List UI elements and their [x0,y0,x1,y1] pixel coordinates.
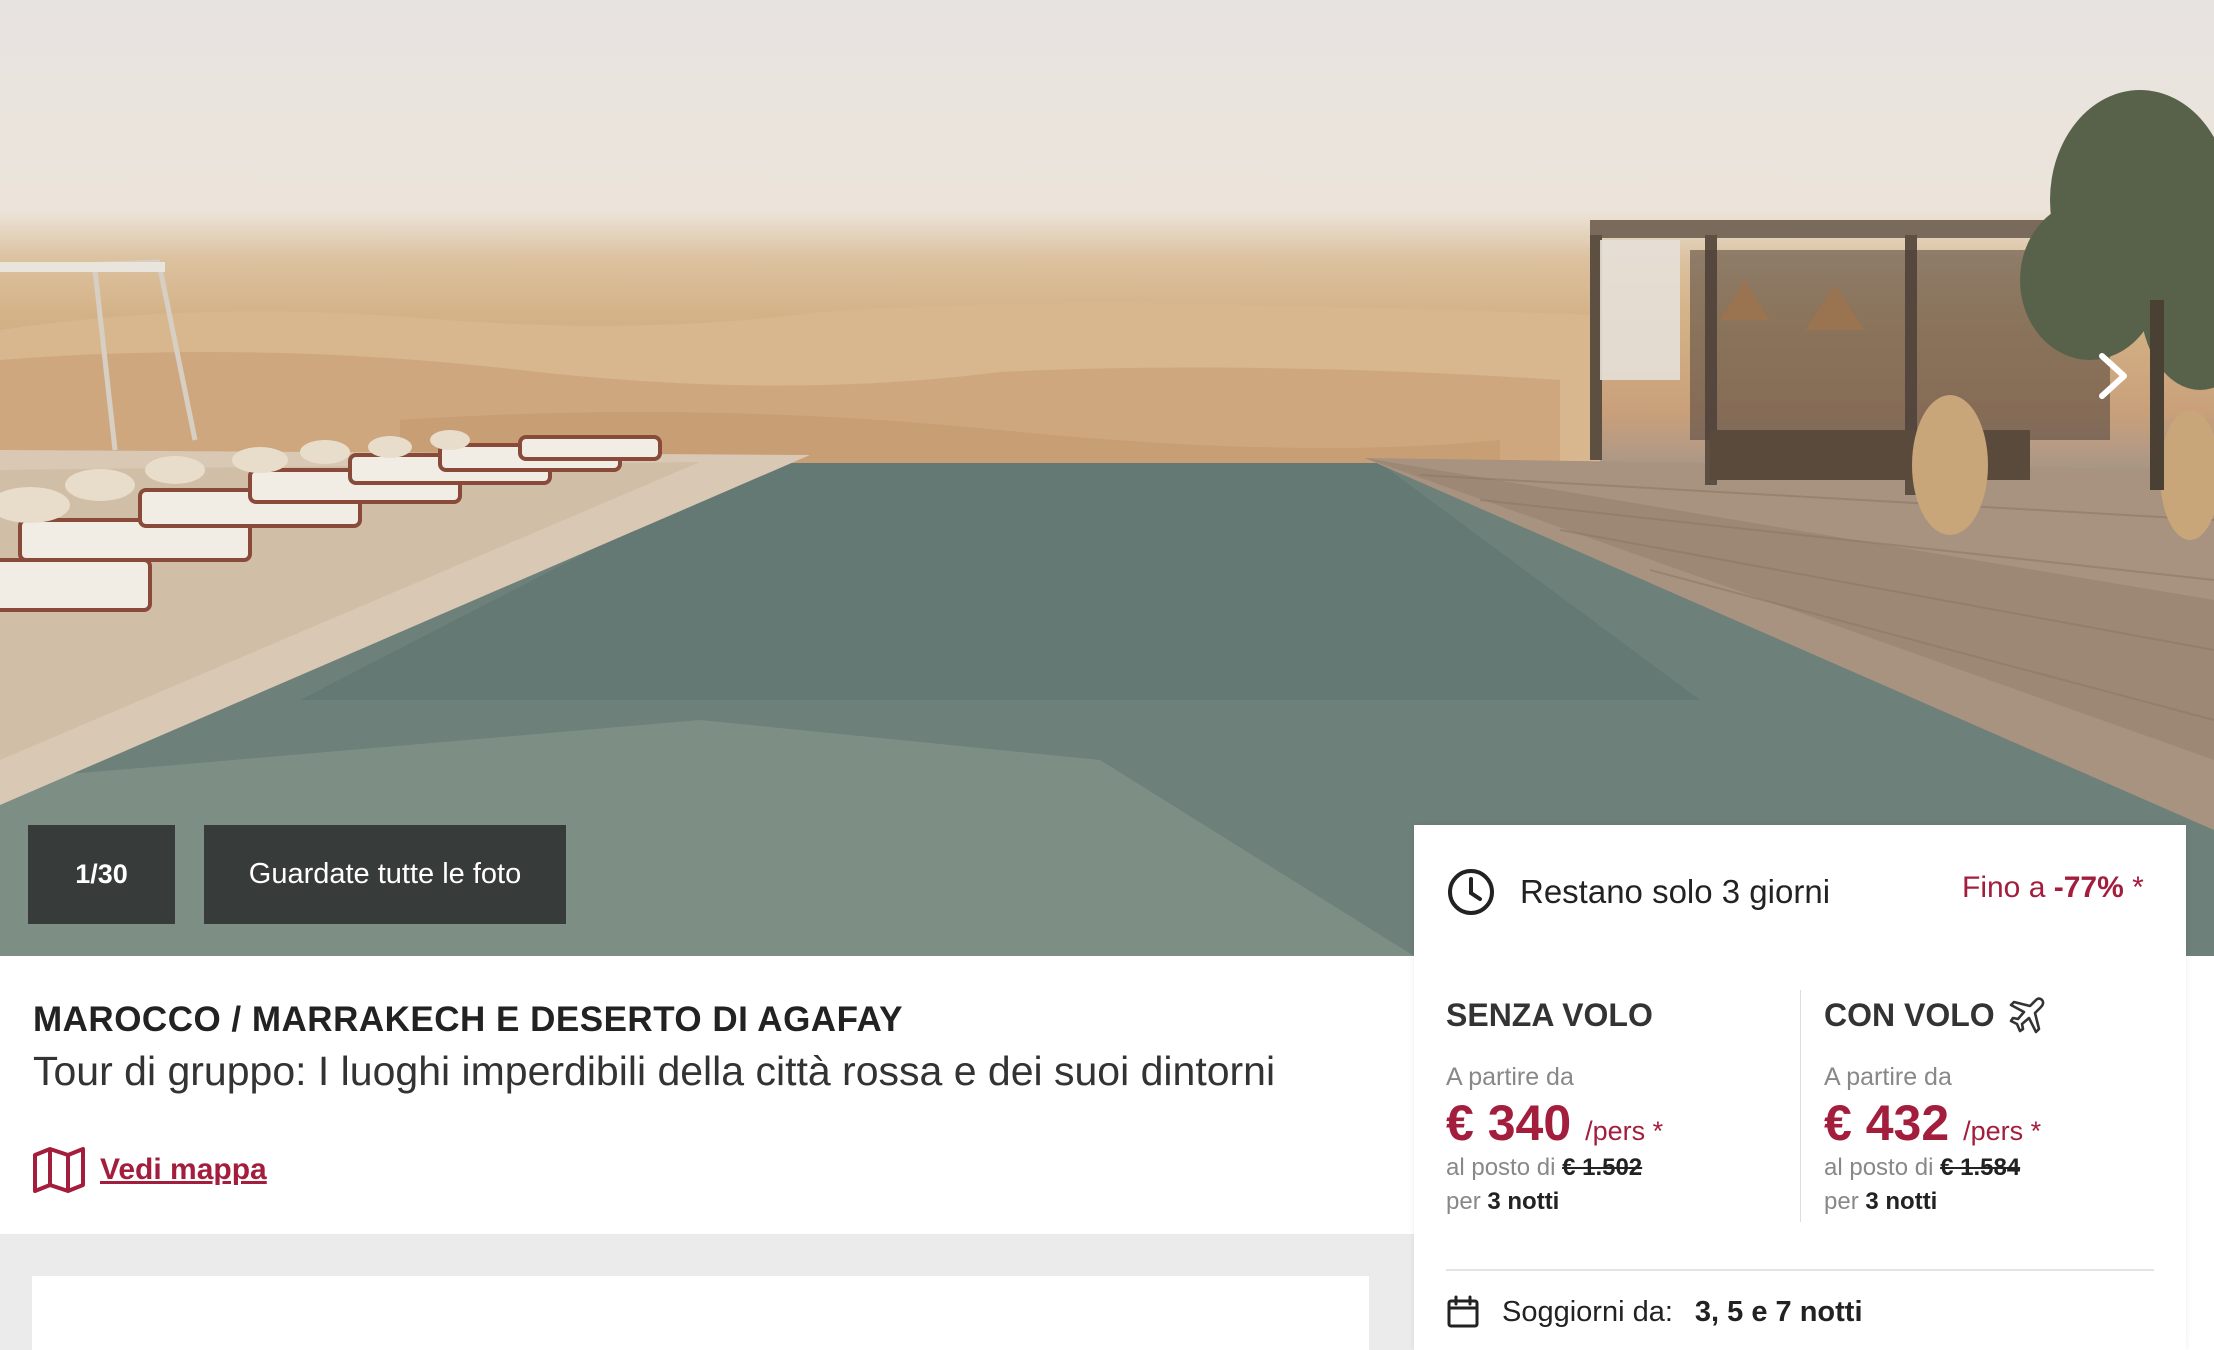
price-option-with-flight[interactable]: CON VOLO A partire da € 432 /pers * al p… [1824,995,2164,1216]
instead-label: al posto di [1446,1154,1556,1181]
instead-label: al posto di [1824,1154,1934,1181]
countdown-label: Restano solo 3 giorni [1520,873,1831,910]
column-divider [1800,990,1801,1222]
price-row: € 432 /pers * [1824,1094,2164,1152]
price: € 432 [1824,1095,1950,1151]
content-card [32,1276,1369,1350]
listing-info: MAROCCO / MARRAKECH E DESERTO DI AGAFAY … [0,956,1414,1234]
discount-value: -77% [2053,871,2124,904]
clock-icon [1448,869,1494,915]
nights-value: 3 notti [1487,1188,1560,1215]
chevron-right-icon [2099,353,2127,399]
content-background [0,1234,1414,1350]
price-panel: Restano solo 3 giorni Fino a -77% * SENZ… [1414,825,2186,1350]
nights-label: per [1824,1188,1859,1215]
nights-label: per [1446,1188,1481,1215]
discount-badge: Fino a -77% * [1962,871,2144,905]
option-heading: SENZA VOLO [1446,996,1653,1033]
stay-durations: Soggiorni da: 3, 5 e 7 notti [1446,1295,1863,1329]
view-map-link[interactable]: Vedi mappa [32,1146,267,1194]
old-price-row: al posto di € 1.584 [1824,1154,2164,1182]
price-option-without-flight[interactable]: SENZA VOLO A partire da € 340 /pers * al… [1446,995,1786,1216]
price: € 340 [1446,1095,1572,1151]
countdown: Restano solo 3 giorni [1446,867,1830,917]
discount-prefix: Fino a [1962,871,2046,904]
nights-row: per 3 notti [1824,1188,2164,1216]
from-label: A partire da [1446,1063,1574,1091]
per-person: /pers * [1585,1116,1664,1146]
hero-scene [0,90,2214,956]
destination-breadcrumb: MAROCCO / MARRAKECH E DESERTO DI AGAFAY [33,1000,903,1039]
nights-row: per 3 notti [1446,1188,1786,1216]
offer-countdown-bar: Restano solo 3 giorni Fino a -77% * [1414,825,2186,955]
old-price: € 1.584 [1940,1154,2021,1181]
nights-value: 3 notti [1865,1188,1938,1215]
option-heading: CON VOLO [1824,996,1995,1033]
discount-asterisk: * [2132,871,2144,904]
carousel-next-button[interactable] [2096,350,2214,462]
old-price-row: al posto di € 1.502 [1446,1154,1786,1182]
view-map-label[interactable]: Vedi mappa [100,1153,267,1187]
from-label: A partire da [1824,1063,1952,1091]
option-heading-row: CON VOLO [1824,995,2164,1035]
plane-icon [2009,997,2045,1034]
map-icon [33,1147,85,1193]
hero-photo[interactable]: 1/30 Guardate tutte le foto [0,0,2214,956]
panel-divider [1446,1269,2154,1271]
view-all-photos-button[interactable]: Guardate tutte le foto [204,825,566,924]
photo-counter: 1/30 [28,825,175,924]
calendar-icon [1447,1295,1479,1328]
per-person: /pers * [1963,1116,2042,1146]
price-row: € 340 /pers * [1446,1094,1786,1152]
listing-title: Tour di gruppo: I luoghi imperdibili del… [33,1048,1276,1094]
stays-value: 3, 5 e 7 notti [1694,1295,1863,1328]
stays-label: Soggiorni da: [1502,1295,1673,1328]
old-price: € 1.502 [1562,1154,1643,1181]
